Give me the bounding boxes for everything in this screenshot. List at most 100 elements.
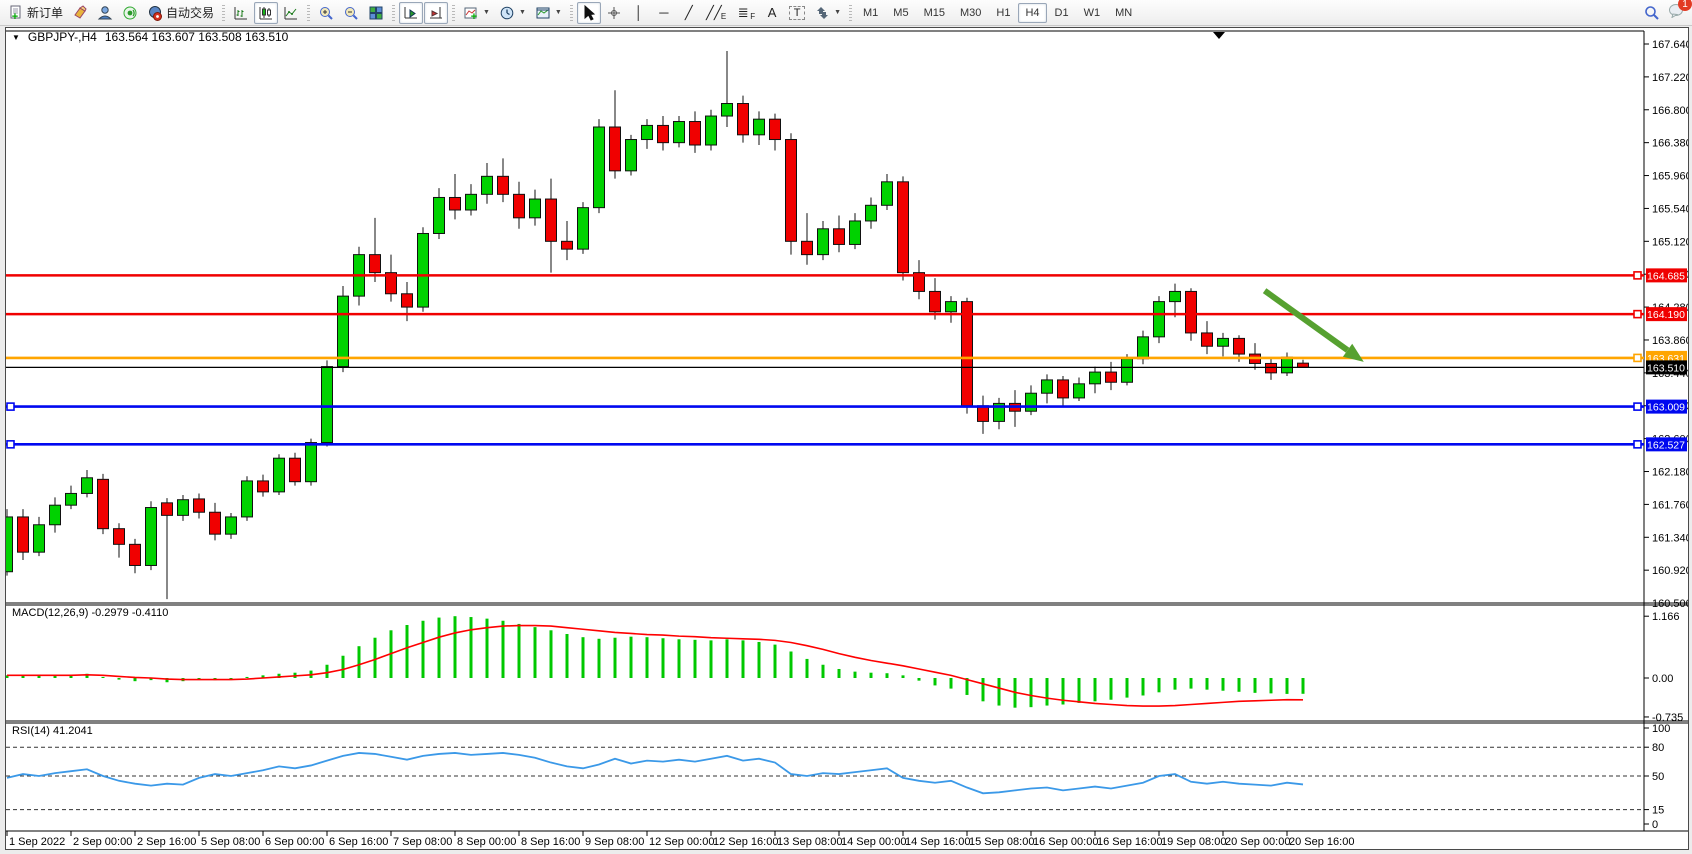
candle-up xyxy=(1218,338,1229,346)
channel-letter: E xyxy=(721,12,726,21)
line-anchor-handle[interactable] xyxy=(1634,311,1641,318)
trendline-tool-button[interactable]: ╱ xyxy=(677,2,701,24)
macd-histogram-bar xyxy=(646,637,649,678)
styler-button[interactable] xyxy=(68,2,92,24)
candle-down xyxy=(18,517,29,552)
candle-up xyxy=(226,517,237,534)
zoom-in-button[interactable] xyxy=(314,2,338,24)
macd-histogram-bar xyxy=(470,617,473,678)
macd-histogram-bar xyxy=(630,637,633,678)
macd-histogram-bar xyxy=(806,659,809,678)
candle-up xyxy=(722,104,733,117)
chart-shift-button[interactable] xyxy=(424,2,448,24)
macd-histogram-bar xyxy=(1110,678,1113,700)
candle-up xyxy=(34,525,45,552)
signal-button[interactable] xyxy=(118,2,142,24)
notifications-button[interactable]: 1 xyxy=(1668,2,1686,23)
collapse-triangle-icon[interactable]: ▼ xyxy=(12,33,20,42)
periods-button[interactable]: ▼ xyxy=(495,2,530,24)
horizontal-line-tool-button[interactable]: ─ xyxy=(652,2,676,24)
new-order-button[interactable]: + 新订单 xyxy=(4,2,67,24)
macd-histogram-bar xyxy=(774,645,777,678)
macd-histogram-bar xyxy=(374,638,377,678)
time-tick-label: 5 Sep 08:00 xyxy=(201,836,260,848)
macd-histogram-bar xyxy=(102,677,105,678)
macd-histogram-bar xyxy=(998,678,1001,706)
auto-scroll-button[interactable] xyxy=(399,2,423,24)
macd-histogram-bar xyxy=(1126,678,1129,698)
line-chart-button[interactable] xyxy=(279,2,303,24)
timeframe-button-w1[interactable]: W1 xyxy=(1077,3,1108,23)
candle-up xyxy=(1122,359,1133,382)
dropdown-caret-icon: ▼ xyxy=(483,9,490,16)
candle-up xyxy=(482,176,493,194)
vertical-line-tool-button[interactable]: │ xyxy=(627,2,651,24)
autotrade-button[interactable]: 自动交易 xyxy=(143,2,218,24)
zoom-out-button[interactable] xyxy=(339,2,363,24)
candle-up xyxy=(866,205,877,221)
profiles-button[interactable] xyxy=(93,2,117,24)
macd-histogram-bar xyxy=(822,665,825,678)
macd-histogram-bar xyxy=(1254,678,1257,693)
dropdown-caret-icon: ▼ xyxy=(555,9,562,16)
autotrade-label: 自动交易 xyxy=(166,4,214,21)
candle-up xyxy=(674,122,685,143)
horizontal-price-lines[interactable] xyxy=(6,272,1644,448)
candle-up xyxy=(530,199,541,218)
timeframe-button-h1[interactable]: H1 xyxy=(989,3,1017,23)
candlestick-chart-button[interactable] xyxy=(254,2,278,24)
macd-panel: 1.1660.00-0.735 xyxy=(6,605,1683,724)
label-tool-button[interactable]: T xyxy=(785,2,809,24)
fibonacci-tool-button[interactable]: ≣ F xyxy=(731,2,759,24)
line-anchor-handle[interactable] xyxy=(1634,441,1641,448)
line-anchor-handle[interactable] xyxy=(7,441,14,448)
timeframe-button-d1[interactable]: D1 xyxy=(1048,3,1076,23)
candle-down xyxy=(1298,363,1309,367)
macd-histogram-bar xyxy=(662,638,665,678)
toolbar-grip xyxy=(849,5,852,21)
line-anchor-handle[interactable] xyxy=(7,403,14,410)
timeframe-button-m1[interactable]: M1 xyxy=(856,3,885,23)
timeframe-button-m15[interactable]: M15 xyxy=(917,3,952,23)
indicators-button[interactable]: + ▼ xyxy=(459,2,494,24)
line-chart-icon xyxy=(283,5,299,21)
time-tick-label: 20 Sep 16:00 xyxy=(1289,836,1354,848)
price-axis[interactable]: 167.640167.220166.800166.380165.960165.5… xyxy=(1644,39,1688,610)
cursor-tool-button[interactable] xyxy=(577,2,601,24)
macd-histogram-bar xyxy=(566,634,569,678)
indicators-icon: + xyxy=(463,5,479,21)
channel-tool-button[interactable]: ╱╱ E xyxy=(702,2,730,24)
tile-windows-button[interactable] xyxy=(364,2,388,24)
text-tool-button[interactable]: A xyxy=(760,2,784,24)
candle-down xyxy=(1106,372,1117,382)
timeframe-button-m5[interactable]: M5 xyxy=(886,3,915,23)
trend-arrow-annotation[interactable] xyxy=(1265,291,1364,362)
line-anchor-handle[interactable] xyxy=(1634,272,1641,279)
price-tick-label: 167.220 xyxy=(1652,72,1688,84)
line-anchor-handle[interactable] xyxy=(1634,354,1641,361)
timeframe-button-mn[interactable]: MN xyxy=(1108,3,1139,23)
macd-signal-line xyxy=(7,626,1303,707)
macd-histogram-bar xyxy=(726,639,729,678)
toolbar-grip xyxy=(452,5,455,21)
candle-up xyxy=(706,116,717,145)
trend-arrow-shaft[interactable] xyxy=(1265,291,1348,351)
price-tick-label: 161.760 xyxy=(1652,499,1688,511)
macd-histogram-bar xyxy=(534,627,537,678)
search-icon[interactable] xyxy=(1644,5,1660,21)
candlestick-series xyxy=(6,51,1309,599)
crosshair-tool-button[interactable] xyxy=(602,2,626,24)
timeframe-button-h4[interactable]: H4 xyxy=(1018,3,1046,23)
price-line-label-163.009-text: 163.009 xyxy=(1647,402,1685,414)
bar-chart-button[interactable] xyxy=(229,2,253,24)
macd-histogram-bar xyxy=(598,639,601,678)
candle-down xyxy=(738,104,749,135)
time-axis[interactable]: 1 Sep 20222 Sep 00:002 Sep 16:005 Sep 08… xyxy=(7,831,1354,848)
rsi-panel: 1008050150 xyxy=(6,723,1670,831)
time-tick-label: 6 Sep 16:00 xyxy=(329,836,388,848)
line-anchor-handle[interactable] xyxy=(1634,403,1641,410)
templates-button[interactable]: ▼ xyxy=(531,2,566,24)
shapes-tool-button[interactable]: ▼ xyxy=(810,2,845,24)
candle-up xyxy=(1170,291,1181,301)
timeframe-button-m30[interactable]: M30 xyxy=(953,3,988,23)
